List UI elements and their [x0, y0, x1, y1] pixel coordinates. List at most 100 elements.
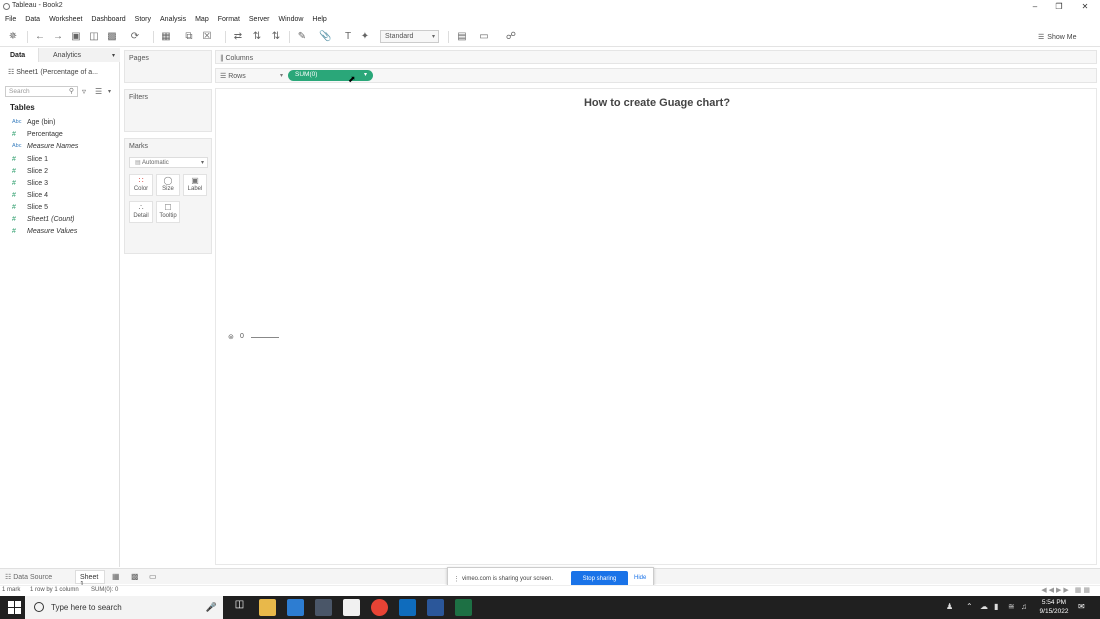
battery-icon[interactable]: ▮: [994, 602, 998, 611]
detail-label: Detail: [133, 213, 149, 219]
sheet-navigation-icon[interactable]: ◀◀▶▶ ▦▦: [1041, 586, 1092, 594]
tableau-logo-icon[interactable]: ✵: [7, 31, 19, 43]
filters-card[interactable]: Filters: [124, 89, 212, 132]
sort-ascending-icon[interactable]: ⇅: [251, 31, 263, 43]
show-hidden-icons-icon[interactable]: ⌃: [966, 602, 973, 611]
file-explorer-icon[interactable]: [259, 599, 276, 616]
chevron-down-icon[interactable]: ▾: [280, 72, 283, 79]
field-slice-4[interactable]: # Slice 4: [12, 189, 48, 201]
tableau-app-icon: [3, 3, 10, 10]
field-slice-2[interactable]: # Slice 2: [12, 165, 48, 177]
menu-help[interactable]: Help: [312, 16, 326, 23]
task-view-icon[interactable]: ◫: [231, 599, 248, 616]
view-title[interactable]: How to create Guage chart?: [216, 97, 1098, 109]
field-slice-3[interactable]: # Slice 3: [12, 177, 48, 189]
new-story-icon[interactable]: ▭: [149, 572, 157, 581]
fit-select[interactable]: Standard ▾: [380, 30, 439, 43]
field-label: Slice 5: [27, 203, 49, 211]
new-data-source-icon[interactable]: ◫: [88, 31, 100, 43]
minimize-icon[interactable]: –: [1028, 1, 1042, 12]
new-worksheet-icon[interactable]: ▦: [160, 31, 172, 43]
pages-card[interactable]: Pages: [124, 50, 212, 83]
word-icon[interactable]: [427, 599, 444, 616]
size-button[interactable]: ◯ Size: [156, 174, 180, 196]
clear-sheet-icon[interactable]: ☒: [201, 31, 213, 43]
label-button[interactable]: ▣ Label: [183, 174, 207, 196]
field-slice-5[interactable]: # Slice 5: [12, 201, 48, 213]
menu-server[interactable]: Server: [249, 16, 270, 23]
menu-dashboard[interactable]: Dashboard: [91, 16, 125, 23]
swap-icon[interactable]: ⇄: [232, 31, 244, 43]
highlight-icon[interactable]: ✎: [296, 31, 308, 43]
field-sheet1-count[interactable]: # Sheet1 (Count): [12, 213, 74, 225]
columns-shelf[interactable]: ∥ Columns: [215, 50, 1097, 64]
show-cards-icon[interactable]: ▤: [456, 31, 468, 43]
field-slice-1[interactable]: # Slice 1: [12, 153, 48, 165]
calculated-measure-icon: #: [12, 155, 16, 163]
onedrive-icon[interactable]: ☁: [980, 602, 988, 611]
field-age-bin[interactable]: Abc Age (bin): [12, 116, 55, 128]
tab-data[interactable]: Data: [0, 48, 30, 62]
field-measure-names[interactable]: Abc Measure Names: [12, 140, 78, 152]
rows-pill-sum-0[interactable]: SUM(0) ▾: [288, 70, 373, 81]
outlook-icon[interactable]: [399, 599, 416, 616]
field-search-input[interactable]: Search ⚲: [5, 86, 78, 97]
notepad-icon[interactable]: [343, 599, 360, 616]
new-worksheet-icon[interactable]: ▦: [112, 572, 120, 581]
redo-icon[interactable]: →: [52, 31, 64, 43]
wifi-icon[interactable]: ≊: [1008, 602, 1015, 611]
detail-button[interactable]: ∴ Detail: [129, 201, 153, 223]
share-icon[interactable]: ☍: [505, 31, 517, 43]
menu-worksheet[interactable]: Worksheet: [49, 16, 82, 23]
menu-window[interactable]: Window: [279, 16, 304, 23]
chevron-down-icon[interactable]: ▾: [108, 88, 111, 95]
mark-type-select[interactable]: ▤ Automatic ▾: [129, 157, 208, 168]
data-source-tab[interactable]: ☷ Data Source: [5, 573, 52, 581]
duplicate-sheet-icon[interactable]: ⧉: [183, 31, 195, 43]
menu-format[interactable]: Format: [218, 16, 240, 23]
windows-start-icon[interactable]: [8, 601, 21, 614]
undo-icon[interactable]: ←: [34, 31, 46, 43]
microphone-icon[interactable]: 🎤: [206, 602, 217, 613]
mail-icon[interactable]: [287, 599, 304, 616]
measure-icon: #: [12, 227, 16, 235]
excel-icon[interactable]: [455, 599, 472, 616]
refresh-icon[interactable]: ⟳: [129, 31, 141, 43]
taskbar-search[interactable]: Type here to search 🎤: [25, 596, 223, 619]
show-me-button[interactable]: ☰ Show Me: [1038, 31, 1076, 43]
pin-icon[interactable]: ✦: [359, 31, 371, 43]
volume-icon[interactable]: ♫: [1021, 602, 1027, 611]
notifications-icon[interactable]: ✉: [1078, 602, 1085, 611]
filter-icon[interactable]: ▿: [82, 87, 86, 96]
sort-descending-icon[interactable]: ⇅: [270, 31, 282, 43]
data-source-item[interactable]: ☷ Sheet1 (Percentage of a...: [8, 68, 118, 78]
menu-map[interactable]: Map: [195, 16, 209, 23]
tooltip-button[interactable]: ☐ Tooltip: [156, 201, 180, 223]
view-options-icon[interactable]: ☰: [95, 87, 102, 96]
group-icon[interactable]: 📎: [319, 31, 331, 43]
pause-updates-icon[interactable]: ▩: [106, 31, 118, 43]
restore-icon[interactable]: ❐: [1052, 1, 1066, 12]
show-labels-icon[interactable]: T: [342, 31, 354, 43]
chrome-icon[interactable]: [371, 599, 388, 616]
field-percentage[interactable]: # Percentage: [12, 128, 63, 140]
sheet-tab-sheet-1[interactable]: Sheet 1: [75, 570, 105, 588]
pages-title: Pages: [129, 55, 149, 62]
tableau-taskbar-icon[interactable]: [315, 599, 332, 616]
people-icon[interactable]: ♟: [946, 602, 953, 611]
menu-file[interactable]: File: [5, 16, 16, 23]
color-button[interactable]: ∷ Color: [129, 174, 153, 196]
presentation-mode-icon[interactable]: ▭: [478, 31, 490, 43]
new-dashboard-icon[interactable]: ▩: [131, 572, 139, 581]
menu-story[interactable]: Story: [135, 16, 151, 23]
taskbar-clock[interactable]: 5:54 PM 9/15/2022: [1034, 598, 1074, 616]
hide-button[interactable]: Hide: [634, 575, 646, 581]
close-icon[interactable]: ✕: [1078, 1, 1092, 12]
menu-data[interactable]: Data: [25, 16, 40, 23]
field-measure-values[interactable]: # Measure Values: [12, 225, 77, 237]
save-icon[interactable]: ▣: [70, 31, 82, 43]
menu-analysis[interactable]: Analysis: [160, 16, 186, 23]
drag-handle-icon[interactable]: ⋮: [453, 575, 460, 583]
worksheet-view[interactable]: How to create Guage chart? ⊜ 0: [215, 88, 1097, 565]
tab-analytics[interactable]: Analytics ▾: [38, 48, 120, 62]
